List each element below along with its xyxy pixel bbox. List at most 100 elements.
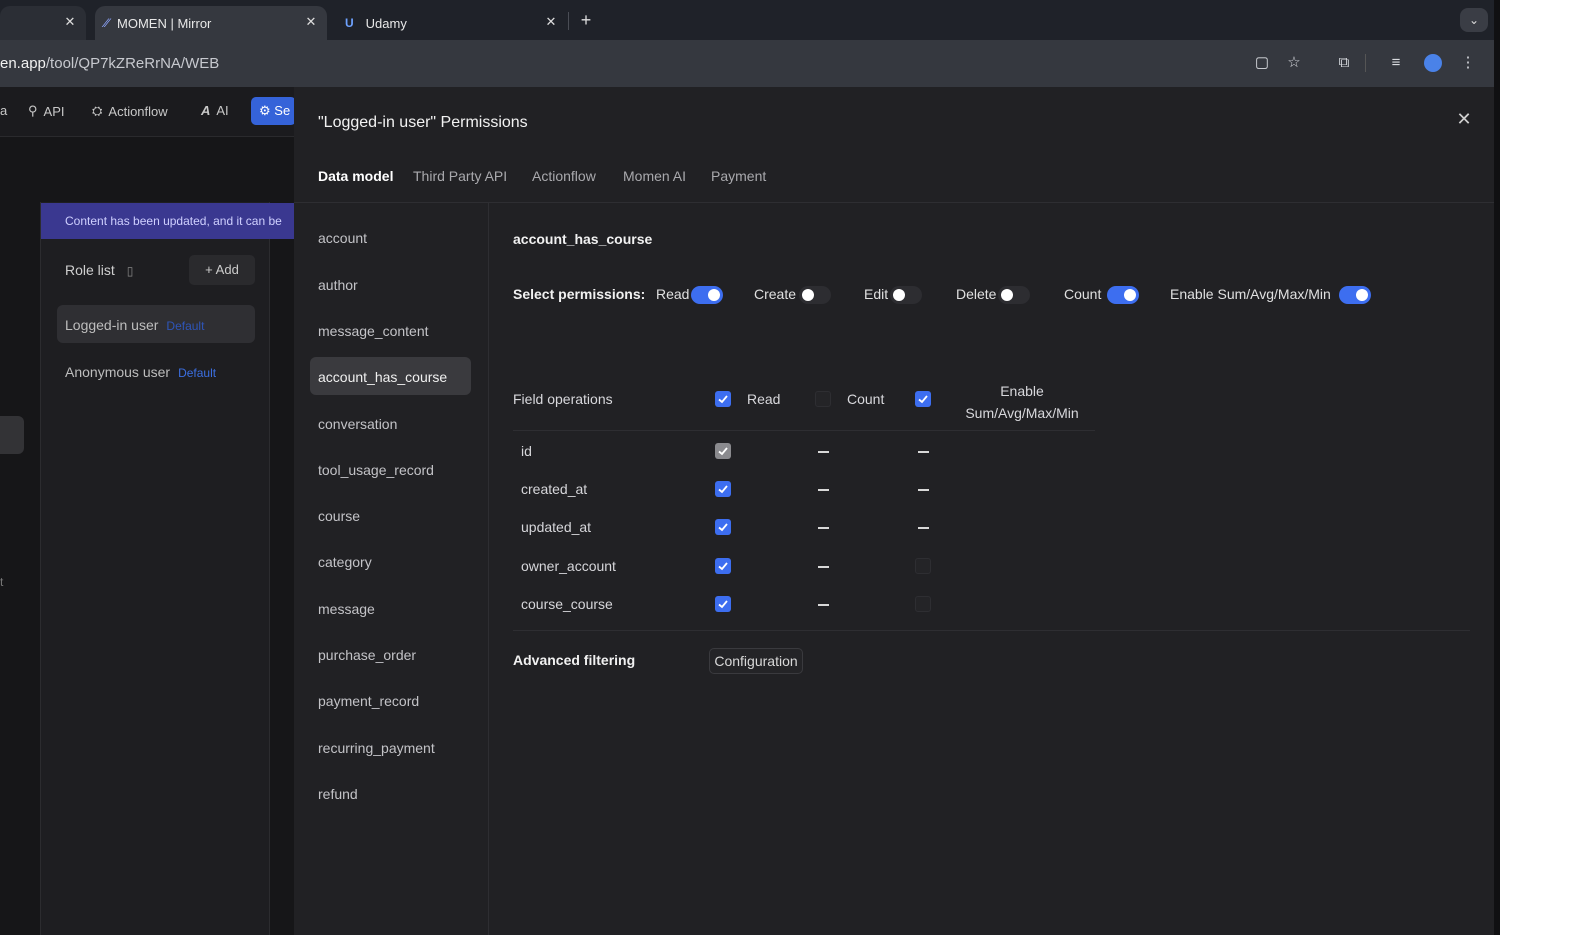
tab-search-chevron-icon[interactable]: ⌄ <box>1460 8 1488 32</box>
extensions-puzzle-icon[interactable]: ⧉ <box>1333 52 1355 74</box>
desktop-background <box>1494 0 1590 935</box>
perm-count-label: Count <box>1064 286 1102 302</box>
model-item-refund[interactable]: refund <box>318 786 358 802</box>
select-permissions-label: Select permissions: <box>513 286 646 302</box>
nav-item-ai[interactable]: A AI <box>201 103 229 118</box>
field-enable-dash <box>918 527 929 529</box>
nav-label: AI <box>216 103 229 118</box>
clipboard-icon[interactable]: ▢ <box>1251 52 1273 74</box>
tab-data-model[interactable]: Data model <box>318 168 393 184</box>
bookmark-star-icon[interactable]: ☆ <box>1283 52 1305 74</box>
count-all-checkbox[interactable] <box>815 391 831 407</box>
add-role-button[interactable]: + Add <box>189 255 255 285</box>
perm-read-toggle[interactable] <box>691 286 723 304</box>
perm-delete-toggle[interactable] <box>998 286 1030 304</box>
model-item-author[interactable]: author <box>318 277 358 293</box>
momen-logo-icon: ⁄⁄ <box>105 16 110 30</box>
new-tab-icon[interactable]: + <box>576 9 596 31</box>
enable-agg-all-checkbox[interactable] <box>915 391 931 407</box>
tab-third-party-api[interactable]: Third Party API <box>413 168 507 184</box>
perm-edit-label: Edit <box>864 286 889 302</box>
model-item-recurring-payment[interactable]: recurring_payment <box>318 740 435 756</box>
model-item-purchase-order[interactable]: purchase_order <box>318 647 416 663</box>
perm-create-label: Create <box>754 286 797 302</box>
default-tag: Default <box>178 366 217 380</box>
model-item-conversation[interactable]: conversation <box>318 416 397 432</box>
nav-item-settings[interactable]: ⚙ Se <box>251 97 296 125</box>
field-enable-dash <box>918 489 929 491</box>
field-read-checkbox[interactable] <box>715 596 731 612</box>
perm-delete-label: Delete <box>956 286 997 302</box>
col-enable-line1: Enable <box>1000 383 1044 399</box>
udamy-logo-icon: U <box>345 16 354 30</box>
field-count-dash <box>818 489 829 491</box>
perm-enable-agg-label: Enable Sum/Avg/Max/Min <box>1170 286 1331 302</box>
field-enable-checkbox[interactable] <box>915 596 931 612</box>
tab-title: MOMEN | Mirror <box>117 15 212 31</box>
nav-item-actionflow[interactable]: ⛭ Actionflow <box>92 103 168 119</box>
field-count-dash <box>818 566 829 568</box>
tab-payment[interactable]: Payment <box>711 168 766 184</box>
section-divider <box>513 630 1470 631</box>
close-icon[interactable]: ✕ <box>1455 110 1473 128</box>
url-domain: en.app <box>0 55 46 72</box>
plus-icon: + <box>205 262 213 277</box>
role-name: Logged-in user <box>65 317 159 333</box>
perm-read-label: Read <box>656 286 690 302</box>
actionflow-icon: ⛭ <box>92 103 103 118</box>
tab-actionflow[interactable]: Actionflow <box>532 168 596 184</box>
model-item-message-content[interactable]: message_content <box>318 323 429 339</box>
browser-tab-strip: ✕ ⁄⁄ MOMEN | Mirror ✕ U Udamy ✕ + ⌄ <box>0 0 1494 40</box>
media-queue-icon[interactable]: ≡ <box>1385 52 1407 74</box>
model-item-course[interactable]: course <box>318 508 360 524</box>
field-read-checkbox[interactable] <box>715 558 731 574</box>
close-tab-icon[interactable]: ✕ <box>62 14 78 30</box>
perm-count-toggle[interactable] <box>1107 286 1139 304</box>
role-name: Anonymous user <box>65 364 171 380</box>
browser-tab-momen[interactable]: ⁄⁄ MOMEN | Mirror ✕ <box>95 6 327 40</box>
toolbar-divider <box>1365 54 1366 72</box>
close-tab-icon[interactable]: ✕ <box>303 14 319 30</box>
perm-create-toggle[interactable] <box>799 286 831 304</box>
model-item-category[interactable]: category <box>318 554 372 570</box>
col-enable-agg-header: Enable Sum/Avg/Max/Min <box>962 380 1082 424</box>
model-item-account-has-course[interactable]: account_has_course <box>318 369 447 385</box>
model-item-account[interactable]: account <box>318 230 367 246</box>
book-icon[interactable]: ▯ <box>127 264 134 278</box>
col-enable-line2: Sum/Avg/Max/Min <box>965 405 1079 421</box>
field-enable-checkbox[interactable] <box>915 558 931 574</box>
nav-label: Actionflow <box>108 103 168 119</box>
update-banner: Content has been updated, and it can be <box>41 203 294 239</box>
perm-edit-toggle[interactable] <box>890 286 922 304</box>
role-item-anonymous[interactable]: Anonymous user Default <box>65 364 216 380</box>
field-enable-dash <box>918 451 929 453</box>
close-tab-icon[interactable]: ✕ <box>543 14 559 30</box>
read-all-checkbox[interactable] <box>715 391 731 407</box>
address-bar[interactable]: en.app/tool/QP7kZReRrNA/WEB <box>0 55 219 72</box>
model-item-payment-record[interactable]: payment_record <box>318 693 419 709</box>
role-list-title: Role list ▯ <box>65 262 133 278</box>
collapsed-panel-tab[interactable] <box>0 416 24 454</box>
advanced-filtering-label: Advanced filtering <box>513 652 636 668</box>
nav-item-data[interactable]: a <box>0 103 7 118</box>
role-list-label: Role list <box>65 262 115 278</box>
model-item-tool-usage-record[interactable]: tool_usage_record <box>318 462 434 478</box>
nav-label: a <box>0 103 8 118</box>
field-read-checkbox <box>715 443 731 459</box>
field-count-dash <box>818 604 829 606</box>
profile-avatar-icon[interactable] <box>1422 52 1444 74</box>
nav-label: Se <box>274 103 291 118</box>
configuration-button[interactable]: Configuration <box>709 648 803 674</box>
nav-label: API <box>43 103 65 119</box>
browser-tab-previous[interactable]: ✕ <box>0 6 86 40</box>
browser-menu-icon[interactable]: ⋮ <box>1457 52 1479 74</box>
tab-momen-ai[interactable]: Momen AI <box>623 168 686 184</box>
field-read-checkbox[interactable] <box>715 519 731 535</box>
field-name: owner_account <box>521 558 616 574</box>
field-name: created_at <box>521 481 588 497</box>
perm-enable-agg-toggle[interactable] <box>1339 286 1371 304</box>
nav-item-api[interactable]: ⚲ API <box>28 103 65 119</box>
model-item-message[interactable]: message <box>318 601 375 617</box>
browser-tab-udamy[interactable]: U Udamy ✕ <box>335 6 567 40</box>
field-read-checkbox[interactable] <box>715 481 731 497</box>
